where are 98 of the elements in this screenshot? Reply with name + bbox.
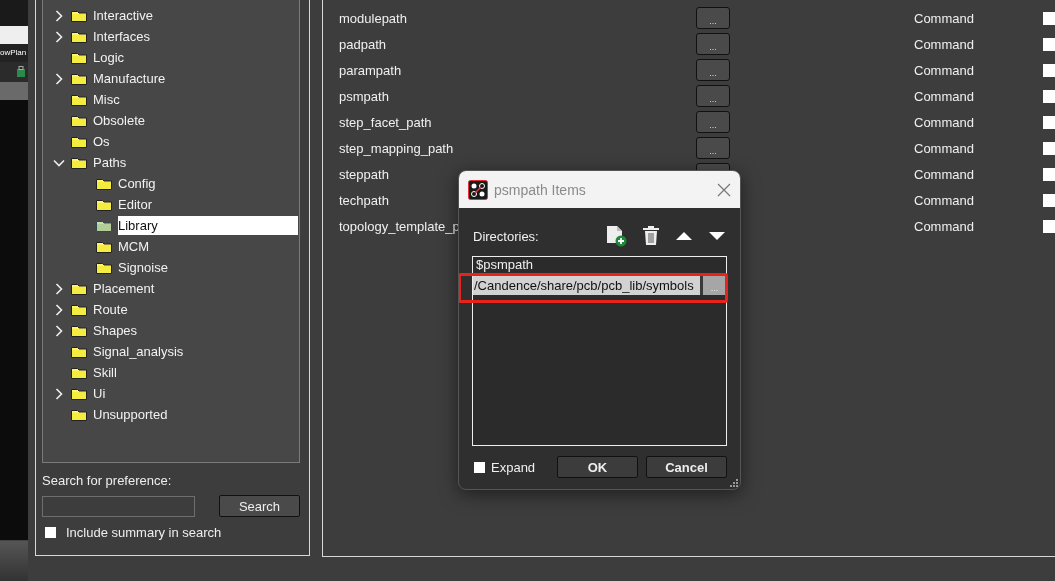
checkbox[interactable] [1043, 11, 1055, 25]
status-bar [0, 541, 28, 581]
checkbox-label: Include summary in search [66, 525, 222, 540]
tree-item[interactable]: Paths [93, 153, 299, 172]
preference-name: modulepath [339, 10, 407, 26]
checkbox[interactable] [1043, 89, 1055, 103]
type-label: Command [914, 166, 974, 182]
expand-label: Expand [491, 459, 537, 475]
type-label: Command [914, 114, 974, 130]
tree-item[interactable]: Signoise [118, 258, 299, 277]
folder-icon [96, 177, 112, 190]
search-button[interactable]: Search [219, 495, 300, 517]
preference-name: padpath [339, 36, 386, 52]
folder-icon [96, 219, 112, 232]
move-up-icon[interactable] [675, 231, 693, 241]
folder-icon [71, 156, 87, 169]
checkbox[interactable] [1043, 167, 1055, 181]
checkbox[interactable] [45, 527, 56, 538]
browse-button[interactable]: ... [696, 111, 730, 133]
tree-item[interactable]: Config [118, 174, 299, 193]
folder-icon [96, 240, 112, 253]
tree-item[interactable]: Interactive [93, 6, 299, 25]
app-logo-icon [468, 179, 488, 200]
tree-item[interactable]: Skill [93, 363, 299, 382]
browse-button[interactable]: ... [696, 137, 730, 159]
type-label: Command [914, 36, 974, 52]
checkbox[interactable] [1043, 219, 1055, 233]
folder-icon [71, 93, 87, 106]
preference-name: psmpath [339, 88, 389, 104]
dialog-title: psmpath Items [494, 181, 587, 198]
tree-item[interactable]: MCM [118, 237, 299, 256]
ribbon-bar [0, 82, 28, 100]
preference-name: topology_template_p [339, 218, 460, 234]
type-label: Command [914, 218, 974, 234]
tree-item[interactable]: Ui [93, 384, 299, 403]
cancel-button[interactable]: Cancel [646, 456, 727, 478]
folder-icon [71, 72, 87, 85]
add-file-icon[interactable] [606, 225, 627, 247]
folder-icon [71, 387, 87, 400]
search-label: Search for preference: [42, 473, 173, 490]
list-item[interactable]: $psmpath [476, 257, 534, 272]
browse-button[interactable]: ... [696, 85, 730, 107]
folder-icon [71, 345, 87, 358]
resize-grip-icon[interactable] [730, 479, 738, 487]
close-icon[interactable] [717, 182, 731, 197]
trash-icon[interactable] [642, 226, 660, 246]
folder-icon [71, 30, 87, 43]
tree-item[interactable]: Unsupported [93, 405, 299, 424]
title-bar [0, 0, 28, 26]
preference-name: techpath [339, 192, 389, 208]
path-input[interactable]: /Candence/share/pcb/pcb_lib/symbols [473, 276, 703, 295]
tree-item[interactable]: Interfaces [93, 27, 299, 46]
move-down-icon[interactable] [708, 231, 726, 241]
browse-button[interactable]: ... [696, 33, 730, 55]
type-label: Command [914, 10, 974, 26]
folder-icon [71, 9, 87, 22]
tree-item[interactable]: Manufacture [93, 69, 299, 88]
folder-icon [71, 135, 87, 148]
tree-item[interactable]: Obsolete [93, 111, 299, 130]
tree-item[interactable]: Shapes [93, 321, 299, 340]
checkbox[interactable] [1043, 37, 1055, 51]
folder-icon [71, 303, 87, 316]
tree-item[interactable]: Os [93, 132, 299, 151]
browse-button[interactable]: ... [696, 59, 730, 81]
tree-item[interactable]: Logic [93, 48, 299, 67]
tree-item[interactable]: Editor [118, 195, 299, 214]
checkbox[interactable] [1043, 141, 1055, 155]
folder-icon [96, 198, 112, 211]
preference-name: step_mapping_path [339, 140, 454, 156]
tree-item[interactable]: Route [93, 300, 299, 319]
checkbox[interactable] [474, 461, 485, 473]
preference-name: steppath [339, 166, 389, 182]
type-label: Command [914, 140, 974, 156]
folder-icon [71, 366, 87, 379]
folder-icon [71, 324, 87, 337]
ok-button[interactable]: OK [557, 456, 638, 478]
type-label: Command [914, 192, 974, 208]
folder-icon [96, 261, 112, 274]
tree-item[interactable]: Library [118, 216, 298, 235]
tree-item[interactable]: Placement [93, 279, 299, 298]
directories-label: Directories: [473, 228, 540, 244]
tree-item[interactable]: Signal_analysis [93, 342, 299, 361]
menu-bar [0, 26, 28, 44]
checkbox[interactable] [1043, 193, 1055, 207]
type-label: Command [914, 62, 974, 78]
toolbar-icon [16, 66, 26, 78]
preference-name: parampath [339, 62, 402, 78]
checkbox[interactable] [1043, 63, 1055, 77]
preference-name: step_facet_path [339, 114, 432, 130]
folder-icon [71, 114, 87, 127]
browse-button[interactable]: ... [696, 7, 730, 29]
type-label: Command [914, 88, 974, 104]
tree-item[interactable]: Misc [93, 90, 299, 109]
folder-icon [71, 51, 87, 64]
checkbox[interactable] [1043, 115, 1055, 129]
folder-icon [71, 282, 87, 295]
search-field[interactable] [42, 495, 195, 517]
folder-icon [71, 408, 87, 421]
